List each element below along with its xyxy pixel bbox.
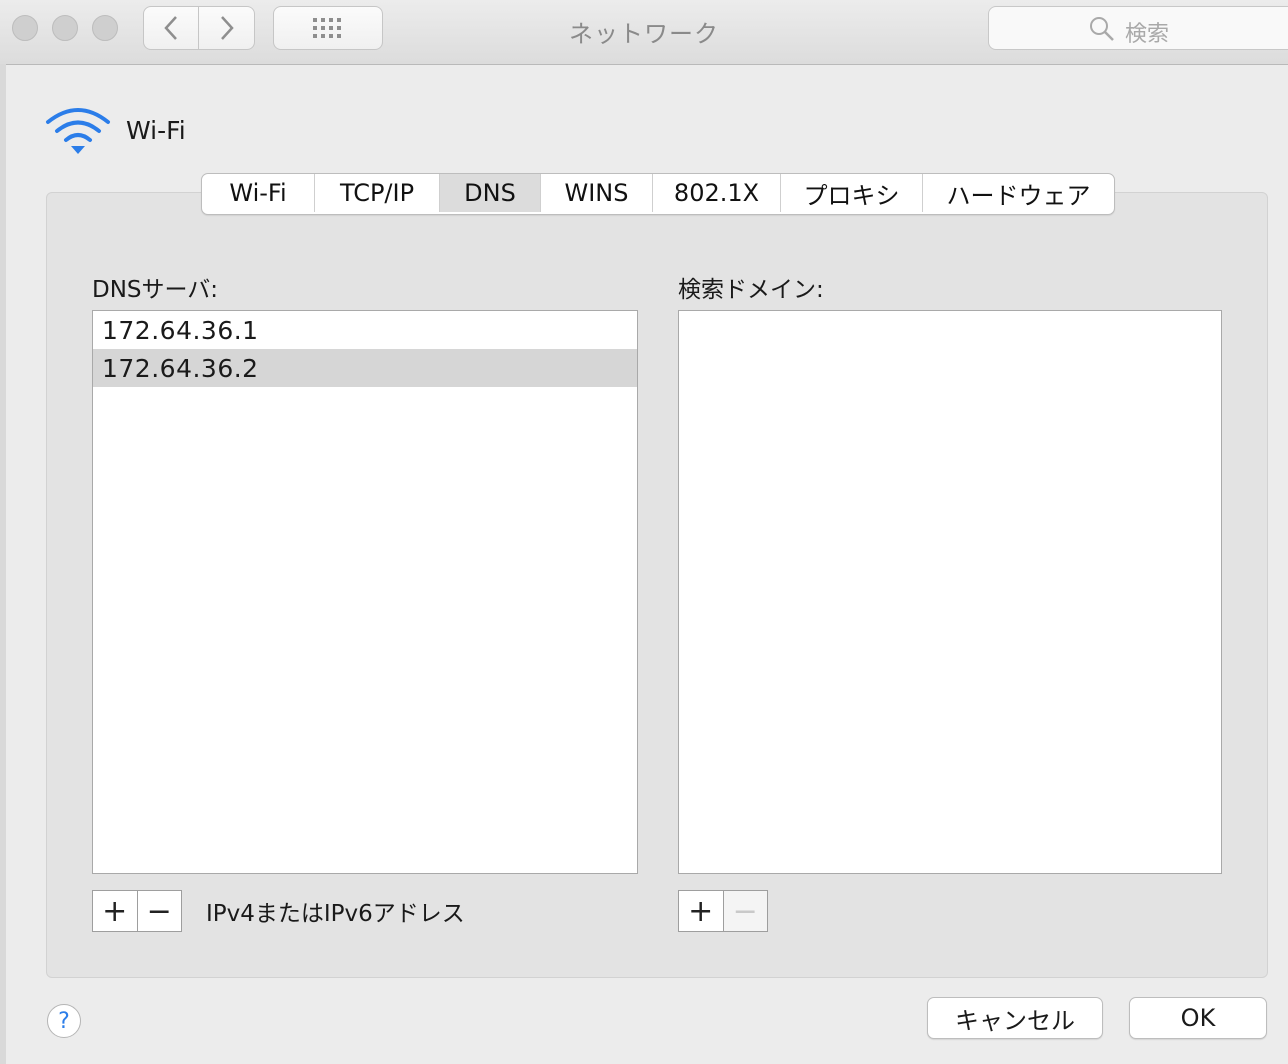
dns-add-remove-control: + −: [92, 890, 182, 932]
dns-server-list[interactable]: 172.64.36.1 172.64.36.2: [92, 310, 638, 874]
tab-wins[interactable]: WINS: [541, 174, 653, 212]
dns-address-hint: IPv4またはIPv6アドレス: [206, 901, 465, 927]
dns-server-row[interactable]: 172.64.36.1: [93, 311, 637, 349]
tab-8021x[interactable]: 802.1X: [653, 174, 781, 212]
help-button[interactable]: ?: [47, 1004, 81, 1038]
search-domain-list[interactable]: [678, 310, 1222, 874]
title-bar: ネットワーク 検索: [0, 0, 1288, 65]
wifi-icon: [46, 108, 110, 154]
remove-dns-server-button[interactable]: −: [138, 891, 182, 931]
search-field[interactable]: 検索: [988, 6, 1288, 50]
tab-bar: Wi-Fi TCP/IP DNS WINS 802.1X プロキシ ハードウェア: [201, 173, 1115, 215]
tab-proxy[interactable]: プロキシ: [781, 174, 923, 212]
search-icon: [1090, 17, 1114, 41]
search-placeholder: 検索: [1125, 22, 1170, 47]
tab-hardware[interactable]: ハードウェア: [923, 174, 1114, 212]
add-search-domain-button[interactable]: +: [679, 891, 724, 931]
dns-server-row-selected[interactable]: 172.64.36.2: [93, 349, 637, 387]
interface-name: Wi-Fi: [126, 116, 186, 145]
tab-dns[interactable]: DNS: [440, 174, 541, 212]
search-domains-label: 検索ドメイン:: [678, 277, 824, 303]
cancel-button[interactable]: キャンセル: [927, 997, 1103, 1039]
ok-button[interactable]: OK: [1129, 997, 1267, 1039]
add-dns-server-button[interactable]: +: [93, 891, 138, 931]
remove-search-domain-button[interactable]: −: [723, 891, 767, 931]
search-domain-add-remove-control: + −: [678, 890, 768, 932]
tab-tcpip[interactable]: TCP/IP: [315, 174, 440, 212]
tab-wifi[interactable]: Wi-Fi: [202, 174, 315, 212]
dns-servers-label: DNSサーバ:: [92, 277, 219, 303]
window-edge: [0, 64, 6, 1064]
